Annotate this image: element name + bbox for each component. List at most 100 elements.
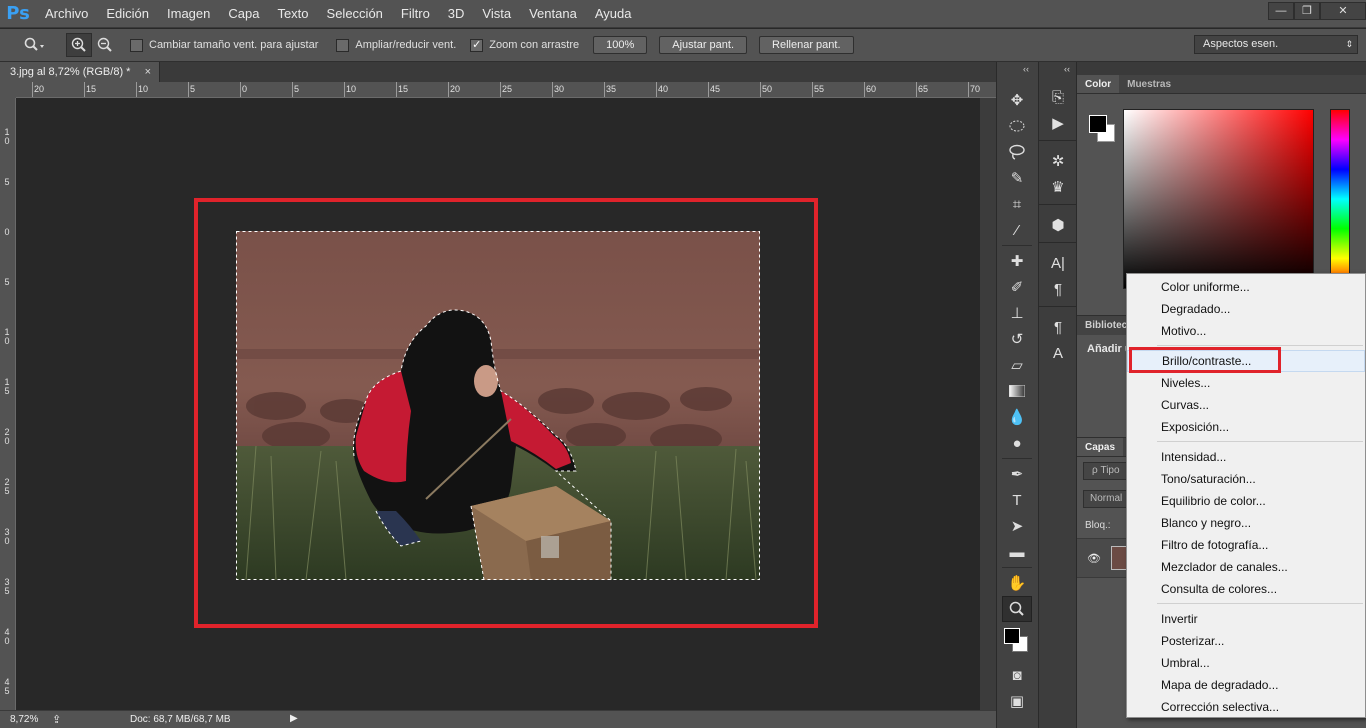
screen-mode-icon[interactable]: ▣ xyxy=(1002,688,1032,714)
menu-edicion[interactable]: Edición xyxy=(97,0,158,28)
marquee-tool-icon[interactable] xyxy=(1002,113,1032,139)
quick-selection-tool-icon[interactable]: ✎ xyxy=(1002,165,1032,191)
close-tab-icon[interactable]: × xyxy=(145,62,151,82)
menu-imagen[interactable]: Imagen xyxy=(158,0,219,28)
minimize-button[interactable]: — xyxy=(1268,2,1294,20)
rectangle-tool-icon[interactable]: ▬ xyxy=(1002,539,1032,565)
character-panel-icon[interactable]: A| xyxy=(1039,250,1077,276)
color-picker-field[interactable] xyxy=(1123,109,1314,289)
brush-panel-icon[interactable]: ✲ xyxy=(1039,148,1077,174)
zoom-tool-preset-icon[interactable] xyxy=(18,33,52,57)
pen-tool-icon[interactable]: ✒ xyxy=(1002,461,1032,487)
blur-tool-icon[interactable]: 💧 xyxy=(1002,404,1032,430)
resize-windows-checkbox[interactable] xyxy=(130,38,143,52)
tab-color[interactable]: Color xyxy=(1077,75,1120,93)
zoom-100-button[interactable]: 100% xyxy=(593,36,648,54)
menu-item-umbral[interactable]: Umbral... xyxy=(1127,652,1365,674)
brush-presets-icon[interactable]: ♛ xyxy=(1039,174,1077,200)
ruler-top-tick-line xyxy=(188,82,189,97)
menu-item-equilibrio-color[interactable]: Equilibrio de color... xyxy=(1127,490,1365,512)
document-tab[interactable]: 3.jpg al 8,72% (RGB/8) * × xyxy=(0,62,160,82)
hand-tool-icon[interactable]: ✋ xyxy=(1002,570,1032,596)
menu-item-mezclador-canales[interactable]: Mezclador de canales... xyxy=(1127,556,1365,578)
share-icon[interactable]: ⇪ xyxy=(52,713,61,726)
menu-item-tono-saturacion[interactable]: Tono/saturación... xyxy=(1127,468,1365,490)
menu-item-curvas[interactable]: Curvas... xyxy=(1127,394,1365,416)
history-panel-icon[interactable]: ⎘ xyxy=(1039,84,1077,110)
tab-layers[interactable]: Capas xyxy=(1077,438,1124,456)
panel-separator xyxy=(1039,242,1076,250)
menu-item-consulta-colores[interactable]: Consulta de colores... xyxy=(1127,578,1365,600)
menu-archivo[interactable]: Archivo xyxy=(36,0,97,28)
gradient-tool-icon[interactable] xyxy=(1002,378,1032,404)
crop-tool-icon[interactable]: ⌗ xyxy=(1002,191,1032,217)
zoom-level[interactable]: 8,72% xyxy=(10,714,38,725)
paragraph-styles-icon[interactable]: ¶ xyxy=(1039,314,1077,340)
foreground-color-icon[interactable] xyxy=(1004,628,1020,644)
menu-ventana[interactable]: Ventana xyxy=(520,0,586,28)
move-tool-icon[interactable]: ✥ xyxy=(1002,87,1032,113)
menu-item-correccion-selectiva[interactable]: Corrección selectiva... xyxy=(1127,696,1365,718)
menu-item-posterizar[interactable]: Posterizar... xyxy=(1127,630,1365,652)
fill-screen-button[interactable]: Rellenar pant. xyxy=(759,36,854,54)
menu-item-intensidad[interactable]: Intensidad... xyxy=(1127,446,1365,468)
menu-3d[interactable]: 3D xyxy=(439,0,474,28)
healing-brush-tool-icon[interactable]: ✚ xyxy=(1002,248,1032,274)
3d-panel-icon[interactable]: ⬢ xyxy=(1039,212,1077,238)
brush-tool-icon[interactable]: ✐ xyxy=(1002,274,1032,300)
zoom-out-icon[interactable] xyxy=(92,33,118,57)
eraser-tool-icon[interactable]: ▱ xyxy=(1002,352,1032,378)
scrubby-zoom-option[interactable]: ✓ Zoom con arrastre xyxy=(470,38,579,52)
menu-item-niveles[interactable]: Niveles... xyxy=(1127,372,1365,394)
status-menu-arrow-icon[interactable]: ▶ xyxy=(290,713,298,724)
eyedropper-tool-icon[interactable]: ⁄ xyxy=(1002,217,1032,243)
menu-item-motivo[interactable]: Motivo... xyxy=(1127,320,1365,342)
scrubby-zoom-checkbox[interactable]: ✓ xyxy=(470,38,484,52)
hue-slider[interactable] xyxy=(1330,109,1350,289)
menu-item-degradado[interactable]: Degradado... xyxy=(1127,298,1365,320)
collapse-panels-icon[interactable]: ‹‹ xyxy=(1039,62,1076,84)
ruler-top-tick: 55 xyxy=(814,84,825,94)
path-selection-tool-icon[interactable]: ➤ xyxy=(1002,513,1032,539)
fit-screen-button[interactable]: Ajustar pant. xyxy=(659,36,748,54)
color-swatches-icon[interactable] xyxy=(1002,622,1032,656)
menu-capa[interactable]: Capa xyxy=(219,0,268,28)
menu-ayuda[interactable]: Ayuda xyxy=(586,0,641,28)
menu-item-color-uniforme[interactable]: Color uniforme... xyxy=(1127,276,1365,298)
ruler-left-tick: 1 5 xyxy=(4,377,10,396)
character-styles-icon[interactable]: A xyxy=(1039,340,1077,366)
close-button[interactable]: ✕ xyxy=(1320,2,1366,20)
menu-item-mapa-degradado[interactable]: Mapa de degradado... xyxy=(1127,674,1365,696)
canvas-area[interactable] xyxy=(17,98,980,710)
menu-filtro[interactable]: Filtro xyxy=(392,0,439,28)
clone-stamp-tool-icon[interactable]: ⊥ xyxy=(1002,300,1032,326)
zoom-all-option[interactable]: Ampliar/reducir vent. xyxy=(336,38,456,52)
history-brush-tool-icon[interactable]: ↺ xyxy=(1002,326,1032,352)
restore-button[interactable]: ❐ xyxy=(1294,2,1320,20)
toolbar-separator xyxy=(1002,458,1032,459)
actions-panel-icon[interactable]: ▶ xyxy=(1039,110,1077,136)
menu-texto[interactable]: Texto xyxy=(268,0,317,28)
menu-seleccion[interactable]: Selección xyxy=(318,0,392,28)
ruler-top-tick: 20 xyxy=(450,84,461,94)
foreground-swatch[interactable] xyxy=(1089,115,1107,133)
zoom-in-icon[interactable] xyxy=(66,33,92,57)
zoom-tool-icon[interactable] xyxy=(1002,596,1032,622)
resize-windows-option[interactable]: Cambiar tamaño vent. para ajustar xyxy=(130,38,318,52)
menu-item-filtro-fotografia[interactable]: Filtro de fotografía... xyxy=(1127,534,1365,556)
tab-swatches[interactable]: Muestras xyxy=(1119,75,1179,93)
workspace-select[interactable]: Aspectos esen. ⇕ xyxy=(1194,35,1358,54)
menu-item-blanco-negro[interactable]: Blanco y negro... xyxy=(1127,512,1365,534)
menu-item-invertir[interactable]: Invertir xyxy=(1127,608,1365,630)
lasso-tool-icon[interactable] xyxy=(1002,139,1032,165)
quick-mask-icon[interactable]: ◙ xyxy=(1002,662,1032,688)
zoom-all-checkbox[interactable] xyxy=(336,38,350,52)
visibility-eye-icon[interactable]: 👁 xyxy=(1087,552,1101,565)
collapse-tools-icon[interactable]: ‹‹ xyxy=(1023,64,1029,74)
paragraph-panel-icon[interactable]: ¶ xyxy=(1039,276,1077,302)
type-tool-icon[interactable]: T xyxy=(1002,487,1032,513)
menu-item-exposicion[interactable]: Exposición... xyxy=(1127,416,1365,438)
dodge-tool-icon[interactable]: ● xyxy=(1002,430,1032,456)
vertical-scrollbar[interactable] xyxy=(980,98,996,710)
menu-vista[interactable]: Vista xyxy=(473,0,520,28)
